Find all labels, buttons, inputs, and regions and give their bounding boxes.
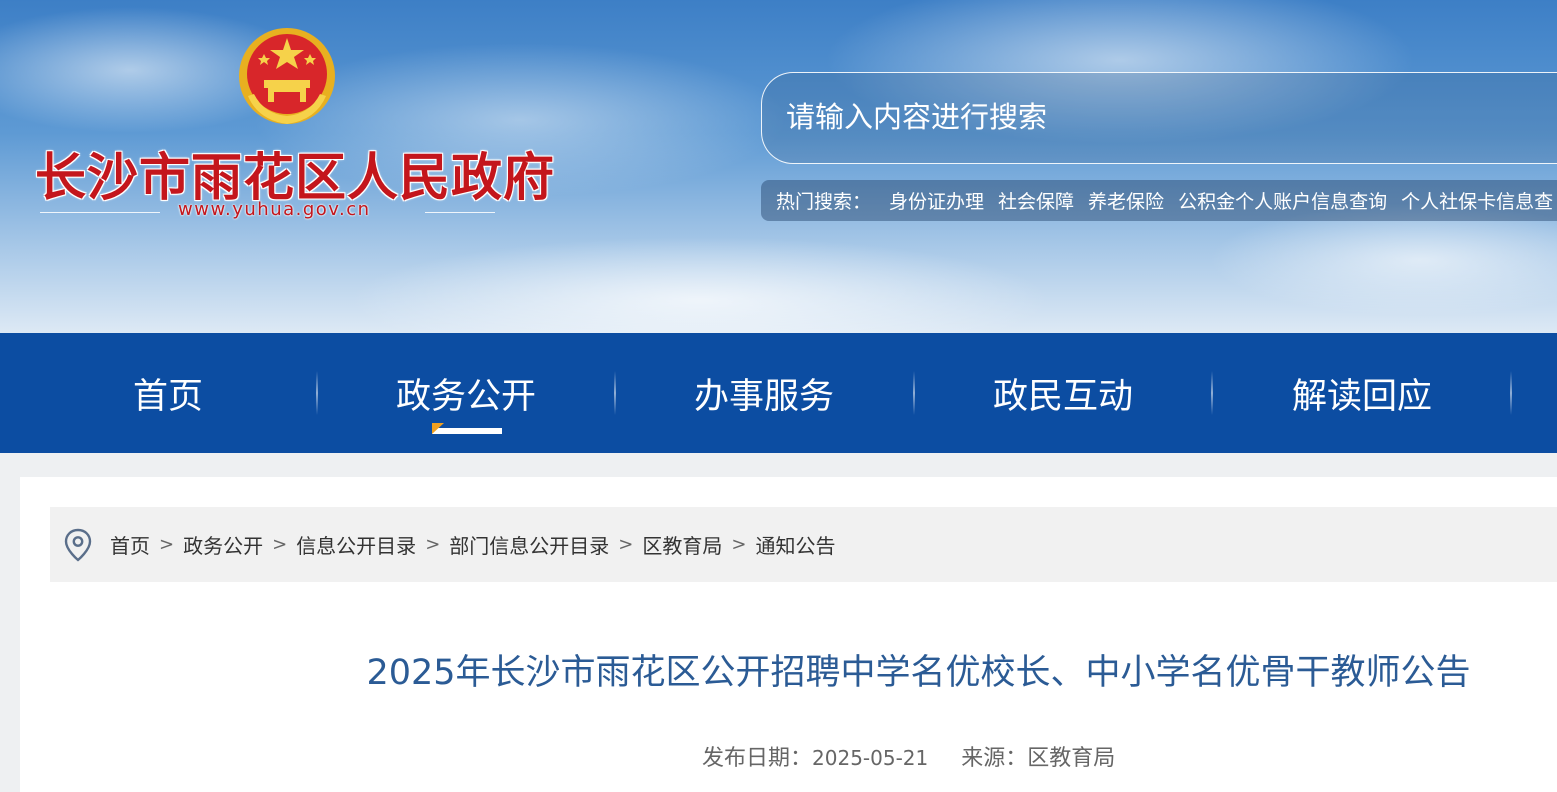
breadcrumb-separator: > [731,534,747,555]
national-emblem-icon [239,28,335,124]
publish-date-value: 2025-05-21 [812,746,929,770]
breadcrumb-separator: > [272,534,288,555]
article-title: 2025年长沙市雨花区公开招聘中学名优校长、中小学名优骨干教师公告 [366,653,1471,693]
breadcrumb-separator: > [159,534,175,555]
url-decor-line-left [40,212,160,213]
article-source: 来源：区教育局 [961,746,1115,771]
hot-search-item[interactable]: 养老保险 [1088,187,1164,214]
article-meta: 发布日期：2025-05-21 来源：区教育局 [702,740,1141,772]
source-label: 来源： [961,746,1028,771]
nav-active-indicator-corner [432,423,444,434]
breadcrumb-item[interactable]: 首页 [110,530,150,559]
main-nav: 首页 政务公开 办事服务 政民互动 解读回应 [0,333,1557,453]
breadcrumb-separator: > [618,534,634,555]
nav-separator [1510,371,1512,415]
header-banner: 长沙市雨花区人民政府 www.yuhua.gov.cn 热门搜索： 身份证办理 … [0,0,1557,333]
nav-item-home[interactable]: 首页 [19,333,317,453]
nav-item-services[interactable]: 办事服务 [615,333,913,453]
hot-search-item[interactable]: 个人社保卡信息查 [1401,187,1553,214]
source-value: 区教育局 [1027,746,1116,771]
url-decor-line-right [425,212,495,213]
nav-item-interaction[interactable]: 政民互动 [914,333,1212,453]
hot-search-item[interactable]: 身份证办理 [889,187,984,214]
nav-item-gov-affairs[interactable]: 政务公开 [317,333,615,453]
site-url: www.yuhua.gov.cn [178,199,371,220]
search-input[interactable] [786,97,1486,137]
breadcrumb-separator: > [425,534,441,555]
breadcrumb-item[interactable]: 政务公开 [183,530,263,559]
hot-search-label: 热门搜索： [776,191,872,213]
breadcrumb-item[interactable]: 通知公告 [755,530,835,559]
search-box [761,72,1557,164]
hot-search-bar: 热门搜索： 身份证办理 社会保障 养老保险 公积金个人账户信息查询 个人社保卡信… [761,180,1557,221]
publish-date-label: 发布日期： [702,746,813,771]
breadcrumb-item[interactable]: 信息公开目录 [296,530,416,559]
hot-search-item[interactable]: 公积金个人账户信息查询 [1178,187,1387,214]
publish-date: 发布日期：2025-05-21 [702,746,928,771]
breadcrumb-item[interactable]: 部门信息公开目录 [449,530,609,559]
nav-item-interpretation[interactable]: 解读回应 [1213,333,1511,453]
breadcrumb: 首页 > 政务公开 > 信息公开目录 > 部门信息公开目录 > 区教育局 > 通… [50,507,1557,582]
location-pin-icon [64,528,92,562]
hot-search-item[interactable]: 社会保障 [998,187,1074,214]
breadcrumb-item[interactable]: 区教育局 [642,530,722,559]
